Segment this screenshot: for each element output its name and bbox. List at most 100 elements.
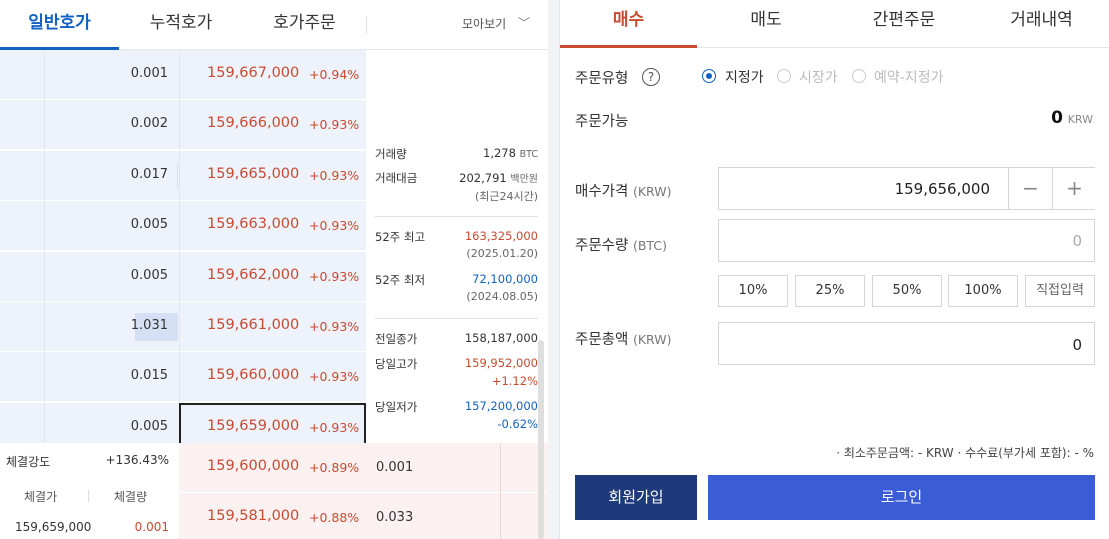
total-value[interactable]: 0 [1072,336,1082,354]
price-input[interactable]: 159,656,000 − + [718,167,1096,210]
bid-row[interactable]: 159,581,000 +0.88% [179,493,366,539]
pct-50-button[interactable]: 50% [872,275,942,307]
fee-info: · 최소주문금액: - KRW · 수수료(부가세 포함): - % [836,446,1094,460]
ask-qty-cell[interactable]: 0.002 [44,100,178,151]
ask-row[interactable]: 1.031 159,661,000 +0.93% [0,302,366,352]
tab-cumulative[interactable]: 누적호가 [119,0,243,50]
pct-10-button[interactable]: 10% [718,275,788,307]
trade-history-panel: 체결강도 +136.43% 체결가 체결량 159,659,000 0.001 [0,443,179,539]
chevron-down-icon[interactable]: ﹀ [518,14,530,31]
ask-price[interactable]: 159,660,000 [207,367,299,383]
ask-price[interactable]: 159,661,000 [207,317,299,333]
direct-input-button[interactable]: 직접입력 [1025,275,1095,307]
ask-change: +0.93% [309,369,360,385]
amount-label: 거래대금 [375,171,418,185]
ask-qty-cell[interactable]: 1.031 [44,302,178,352]
ask-row[interactable]: 0.015 159,660,000 +0.93% [0,352,366,403]
radio-reserve-label[interactable]: 예약-지정가 [874,67,943,87]
ask-price[interactable]: 159,663,000 [207,216,299,232]
low52-label: 52주 최저 [375,273,426,287]
tab-history[interactable]: 거래내역 [973,0,1109,48]
volume-value: 1,278 BTC [483,146,538,160]
ask-qty[interactable]: 0.005 [131,268,168,283]
signup-button[interactable]: 회원가입 [575,475,697,520]
ask-change: +0.93% [309,218,360,234]
bid-qty[interactable]: 0.001 [376,460,413,475]
trade-strength-value: +136.43% [105,453,169,467]
prev-close-value: 158,187,000 [464,331,538,345]
help-icon[interactable]: ? [642,68,660,86]
volume-label: 거래량 [375,147,407,161]
bid-qty-cell[interactable]: 0.001 [366,443,548,493]
ask-change: +0.93% [309,117,360,133]
price-decrease-button[interactable]: − [1008,168,1052,209]
day-high-label: 당일고가 [375,357,418,371]
ask-qty[interactable]: 0.005 [131,419,168,434]
ask-qty-cell[interactable]: 0.005 [44,251,178,302]
qty-value[interactable]: 0 [1072,232,1082,250]
order-tabs: 매수 매도 간편주문 거래내역 [560,0,1109,48]
scrollbar[interactable] [538,340,544,539]
ask-price[interactable]: 159,667,000 [207,65,299,81]
tab-orderbook-order[interactable]: 호가주문 [243,0,366,50]
radio-limit[interactable] [702,69,716,83]
ask-price[interactable]: 159,665,000 [207,166,299,182]
ask-change: +0.93% [309,167,360,183]
bid-qty-cell[interactable]: 0.033 [366,493,548,539]
tab-buy[interactable]: 매수 [560,0,697,48]
high52-date: (2025.01.20) [466,247,538,260]
prev-close-label: 전일종가 [375,332,418,346]
price-increase-button[interactable]: + [1052,168,1096,209]
ask-price[interactable]: 159,659,000 [207,418,299,434]
amount-value: 202,791 백만원 [459,171,538,185]
ask-price[interactable]: 159,666,000 [207,115,299,131]
high52-label: 52주 최고 [375,230,426,244]
ask-qty-cell[interactable]: 0.001 [44,50,178,100]
price-value[interactable]: 159,656,000 [895,180,990,198]
bid-qty[interactable]: 0.033 [376,510,413,525]
ask-row[interactable]: 0.005 159,662,000 +0.93% [0,251,366,302]
day-high-pct: +1.12% [491,374,538,388]
radio-limit-label[interactable]: 지정가 [725,67,764,87]
ask-qty[interactable]: 1.031 [131,318,168,333]
orderbook-tabs: 일반호가 누적호가 호가주문 모아보기 ﹀ [0,0,548,50]
ask-qty[interactable]: 0.017 [131,167,168,182]
radio-market[interactable] [777,69,791,83]
ask-qty-cell[interactable]: 0.005 [44,201,178,252]
ask-price[interactable]: 159,662,000 [207,267,299,283]
ask-qty[interactable]: 0.005 [131,217,168,232]
available-value: 0 KRW [1051,108,1093,128]
day-low-pct: -0.62% [497,417,538,431]
panel-gap [548,0,559,539]
login-button[interactable]: 로그인 [708,475,1095,520]
day-high-value: 159,952,000 [464,356,538,370]
ask-qty-cell[interactable]: 0.017 [44,150,178,201]
ask-qty[interactable]: 0.015 [131,368,168,383]
tab-general[interactable]: 일반호가 [0,0,119,50]
qty-label: 주문수량 (BTC) [575,238,667,254]
cell-divider [500,443,501,493]
ask-row[interactable]: 0.017 159,665,000 +0.93% [0,150,366,201]
pct-25-button[interactable]: 25% [795,275,865,307]
bid-change: +0.88% [309,510,360,525]
pct-100-button[interactable]: 100% [948,275,1018,307]
ask-row[interactable]: 0.005 159,663,000 +0.93% [0,201,366,252]
market-info-panel: 거래량 1,278 BTC 거래대금 202,791 백만원 (최근24시간) … [366,50,548,443]
ask-qty[interactable]: 0.001 [131,66,168,81]
tab-sell[interactable]: 매도 [697,0,835,48]
ask-qty-cell[interactable]: 0.015 [44,352,178,403]
radio-market-label[interactable]: 시장가 [799,67,838,87]
order-panel: 매수 매도 간편주문 거래내역 주문유형 ? 지정가 시장가 예약-지정가 주문… [559,0,1109,539]
ask-row[interactable]: 0.001 159,667,000 +0.94% [0,50,366,100]
tab-simple-order[interactable]: 간편주문 [835,0,973,48]
ask-row[interactable]: 0.002 159,666,000 +0.93% [0,100,366,151]
bid-row[interactable]: 159,600,000 +0.89% [179,443,366,493]
bid-price[interactable]: 159,600,000 [207,458,299,474]
radio-reserve[interactable] [852,69,866,83]
qty-input[interactable]: 0 [718,219,1095,262]
total-input[interactable]: 0 [718,322,1095,365]
gather-dropdown[interactable]: 모아보기 [462,15,506,32]
divider [375,318,538,319]
ask-qty[interactable]: 0.002 [131,116,168,131]
bid-price[interactable]: 159,581,000 [207,508,299,524]
